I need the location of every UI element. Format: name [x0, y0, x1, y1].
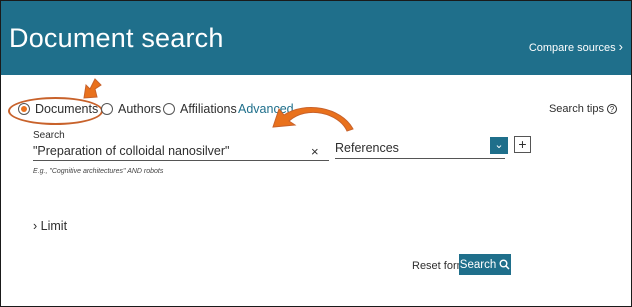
limit-toggle[interactable]: › Limit: [33, 219, 67, 233]
page-title: Document search: [9, 23, 224, 53]
chevron-right-icon: ›: [618, 39, 623, 54]
limit-label: Limit: [40, 219, 68, 233]
radio-affiliations-label: Affiliations: [180, 102, 237, 116]
search-tips-link[interactable]: Search tips ?: [549, 103, 617, 115]
search-input[interactable]: [33, 141, 329, 161]
reset-form-link[interactable]: Reset form: [412, 260, 466, 272]
magnifier-icon: [499, 259, 510, 270]
radio-documents[interactable]: Documents: [18, 102, 98, 116]
search-example-hint: E.g., "Cognitive architectures" AND robo…: [33, 168, 164, 175]
radio-authors-label: Authors: [118, 102, 162, 116]
clear-icon[interactable]: ×: [311, 144, 319, 159]
annotation-arrow-down-icon: [83, 78, 102, 99]
radio-unchecked-icon: [163, 103, 175, 115]
annotation-curved-arrow-icon: [272, 107, 354, 132]
search-button-label: Search: [459, 258, 497, 271]
radio-unchecked-icon: [101, 103, 113, 115]
search-button[interactable]: Search: [459, 254, 511, 275]
add-search-field-button[interactable]: +: [514, 136, 531, 153]
chevron-right-icon: ›: [33, 219, 38, 233]
radio-affiliations[interactable]: Affiliations: [163, 102, 237, 116]
header-bar: Document search Compare sources ›: [1, 1, 631, 75]
search-tips-label: Search tips: [548, 103, 604, 115]
chevron-down-icon[interactable]: ⌄: [490, 137, 508, 154]
compare-sources-label: Compare sources: [528, 42, 616, 54]
radio-authors[interactable]: Authors: [101, 102, 161, 116]
document-search-page: Document search Compare sources › Documen…: [0, 0, 632, 307]
radio-checked-icon: [18, 103, 30, 115]
search-field-label: Search: [33, 130, 65, 141]
search-field-select[interactable]: References: [335, 139, 505, 159]
compare-sources-link[interactable]: Compare sources ›: [529, 39, 623, 54]
help-icon: ?: [607, 104, 617, 114]
radio-documents-label: Documents: [35, 102, 99, 116]
